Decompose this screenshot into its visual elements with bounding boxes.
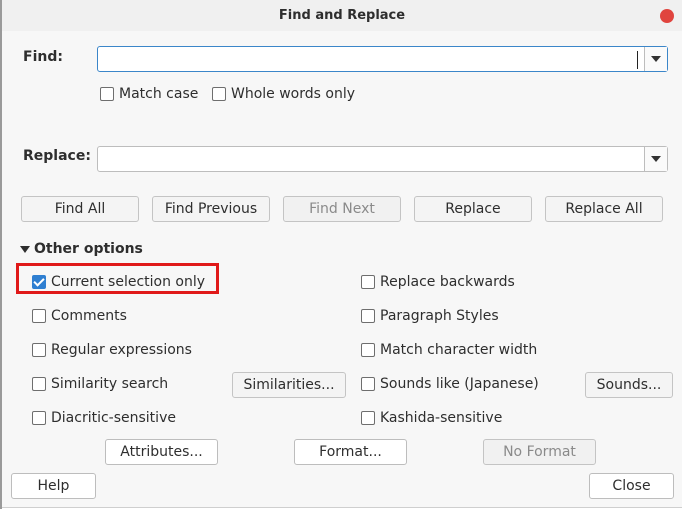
- regex-label: Regular expressions: [51, 342, 192, 358]
- other-options-title: Other options: [34, 241, 143, 257]
- find-next-button[interactable]: Find Next: [283, 196, 401, 222]
- find-history-dropdown[interactable]: [644, 47, 667, 71]
- close-button[interactable]: Close: [589, 473, 674, 499]
- match-case-box[interactable]: [100, 87, 114, 101]
- comments-checkbox[interactable]: Comments: [32, 306, 127, 326]
- similarity-label: Similarity search: [51, 376, 169, 392]
- title-bar: Find and Replace: [2, 0, 682, 32]
- replace-label: Replace:: [23, 148, 91, 164]
- highlight-rectangle: [16, 263, 219, 294]
- diacritic-label: Diacritic-sensitive: [51, 410, 176, 426]
- text-caret: [637, 51, 638, 69]
- window-title: Find and Replace: [278, 8, 406, 23]
- help-button[interactable]: Help: [11, 473, 96, 499]
- similarity-box[interactable]: [32, 377, 46, 391]
- find-label: Find:: [23, 49, 63, 65]
- diacritic-checkbox[interactable]: Diacritic-sensitive: [32, 408, 176, 428]
- replace-backwards-box[interactable]: [361, 275, 375, 289]
- diacritic-box[interactable]: [32, 411, 46, 425]
- kashida-box[interactable]: [361, 411, 375, 425]
- match-case-checkbox[interactable]: Match case: [100, 84, 198, 104]
- no-format-button[interactable]: No Format: [483, 439, 596, 465]
- replace-backwards-checkbox[interactable]: Replace backwards: [361, 272, 515, 292]
- regex-box[interactable]: [32, 343, 46, 357]
- find-previous-button[interactable]: Find Previous: [152, 196, 270, 222]
- replace-all-button[interactable]: Replace All: [545, 196, 663, 222]
- replace-button[interactable]: Replace: [414, 196, 532, 222]
- find-input[interactable]: [97, 46, 668, 72]
- sounds-like-checkbox[interactable]: Sounds like (Japanese): [361, 374, 539, 394]
- find-replace-window: Find and Replace Find: Match case Whole …: [0, 0, 684, 509]
- kashida-label: Kashida-sensitive: [380, 410, 503, 426]
- similarity-checkbox[interactable]: Similarity search: [32, 374, 168, 394]
- comments-label: Comments: [51, 308, 127, 324]
- whole-words-box[interactable]: [212, 87, 226, 101]
- paragraph-styles-label: Paragraph Styles: [380, 308, 499, 324]
- match-case-label: Match case: [119, 86, 199, 102]
- attributes-button[interactable]: Attributes...: [105, 439, 218, 465]
- replace-input[interactable]: [97, 146, 668, 172]
- dialog-body: Find: Match case Whole words only Replac…: [2, 31, 682, 508]
- whole-words-checkbox[interactable]: Whole words only: [212, 84, 355, 104]
- match-width-label: Match character width: [380, 342, 538, 358]
- replace-backwards-label: Replace backwards: [380, 274, 515, 290]
- kashida-checkbox[interactable]: Kashida-sensitive: [361, 408, 502, 428]
- format-button[interactable]: Format...: [294, 439, 407, 465]
- sounds-like-label: Sounds like (Japanese): [380, 376, 539, 392]
- match-width-box[interactable]: [361, 343, 375, 357]
- paragraph-styles-checkbox[interactable]: Paragraph Styles: [361, 306, 499, 326]
- find-all-button[interactable]: Find All: [21, 196, 139, 222]
- paragraph-styles-box[interactable]: [361, 309, 375, 323]
- close-window-icon[interactable]: [660, 9, 674, 23]
- sounds-like-box[interactable]: [361, 377, 375, 391]
- expander-triangle-icon: [20, 245, 30, 253]
- comments-box[interactable]: [32, 309, 46, 323]
- replace-history-dropdown[interactable]: [644, 147, 667, 171]
- similarities-button[interactable]: Similarities...: [232, 372, 346, 398]
- other-options-expander[interactable]: Other options: [20, 241, 143, 257]
- regex-checkbox[interactable]: Regular expressions: [32, 340, 192, 360]
- sounds-button[interactable]: Sounds...: [585, 372, 673, 398]
- match-width-checkbox[interactable]: Match character width: [361, 340, 537, 360]
- whole-words-label: Whole words only: [231, 86, 356, 102]
